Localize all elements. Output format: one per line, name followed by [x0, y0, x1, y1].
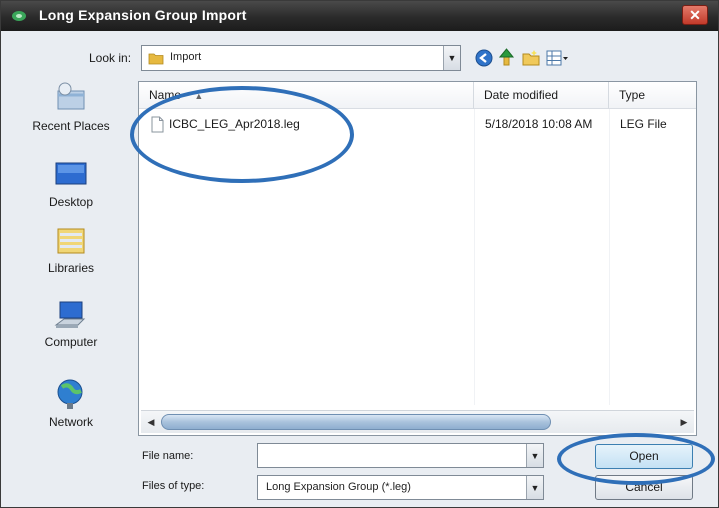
chevron-down-icon[interactable]: ▼ [526, 444, 543, 467]
place-label: Computer [44, 335, 98, 349]
place-recent-places[interactable]: Recent Places [9, 81, 133, 133]
file-type: LEG File [620, 117, 667, 131]
file-date-modified: 5/18/2018 10:08 AM [485, 117, 593, 131]
place-label: Libraries [47, 261, 95, 275]
scroll-left-icon[interactable]: ◀ [144, 414, 158, 430]
computer-icon [54, 301, 86, 328]
column-label: Date modified [484, 88, 559, 102]
cancel-button[interactable]: Cancel [595, 475, 693, 500]
network-icon [57, 379, 83, 409]
file-type-value: Long Expansion Group (*.leg) [266, 481, 411, 493]
file-type-dropdown[interactable]: Long Expansion Group (*.leg) ▼ [257, 475, 544, 500]
file-name-input[interactable]: ▼ [257, 443, 544, 468]
window-title: Long Expansion Group Import [39, 7, 247, 23]
place-label: Desktop [48, 195, 94, 209]
views-menu-icon[interactable] [546, 49, 570, 67]
close-icon: ✕ [689, 7, 701, 23]
scroll-right-icon[interactable]: ▶ [677, 414, 691, 430]
look-in-label: Look in: [89, 51, 132, 65]
recent-places-icon [57, 82, 85, 110]
place-desktop[interactable]: Desktop [9, 161, 133, 209]
places-sidebar: Recent Places Desktop Libraries Computer… [9, 81, 133, 441]
file-list[interactable]: Name ▲ Date modified Type ICBC_LEG_Apr20… [138, 81, 697, 436]
file-name-label: File name: [142, 450, 194, 462]
folder-icon [148, 53, 164, 65]
column-divider [474, 109, 475, 405]
file-type-label: Files of type: [142, 480, 205, 492]
file-open-dialog: Long Expansion Group Import ✕ Look in: I… [0, 0, 719, 508]
sort-up-icon: ▲ [194, 91, 204, 101]
close-button[interactable]: ✕ [682, 5, 708, 25]
look-in-value: Import [170, 51, 202, 63]
new-folder-icon[interactable] [522, 49, 540, 67]
place-network[interactable]: Network [9, 377, 133, 429]
column-header-date-modified[interactable]: Date modified [474, 82, 609, 109]
title-bar: Long Expansion Group Import ✕ [1, 1, 718, 31]
column-divider [609, 109, 610, 405]
scrollbar-thumb[interactable] [161, 414, 551, 430]
chevron-down-icon[interactable]: ▼ [443, 46, 460, 70]
column-label: Name [149, 88, 182, 102]
place-libraries[interactable]: Libraries [9, 223, 133, 275]
column-header-name[interactable]: Name ▲ [139, 82, 474, 109]
file-name: ICBC_LEG_Apr2018.leg [169, 117, 300, 131]
horizontal-scrollbar[interactable]: ◀ ▶ [141, 410, 694, 433]
look-in-dropdown[interactable]: Import ▼ [141, 45, 461, 71]
open-button[interactable]: Open [595, 444, 693, 469]
place-computer[interactable]: Computer [9, 299, 133, 349]
chevron-down-icon[interactable]: ▼ [526, 476, 543, 499]
up-folder-icon[interactable] [498, 48, 516, 66]
place-label: Recent Places [32, 119, 110, 133]
desktop-icon [55, 162, 87, 185]
app-icon [12, 11, 26, 21]
column-header-type[interactable]: Type [609, 82, 696, 109]
place-label: Network [48, 415, 93, 429]
libraries-icon [57, 228, 85, 254]
back-icon[interactable] [475, 49, 493, 67]
column-label: Type [619, 88, 646, 102]
file-icon [151, 116, 164, 133]
file-row[interactable]: ICBC_LEG_Apr2018.leg 5/18/2018 10:08 AM … [151, 114, 691, 136]
